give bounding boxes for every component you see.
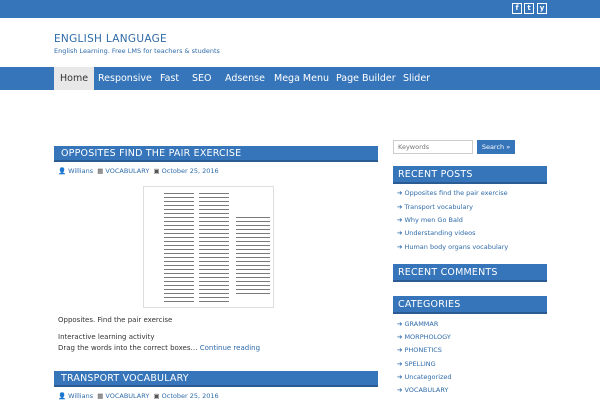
category-link[interactable]: ➔ VOCABULARY — [397, 386, 448, 394]
category-label[interactable]: VOCABULARY — [404, 386, 448, 394]
nav-item-home[interactable]: Home — [54, 67, 95, 90]
recent-post-label[interactable]: Why men Go Bald — [404, 216, 462, 224]
post-excerpt: Interactive learning activity — [58, 333, 155, 341]
category-link[interactable]: ➔ SPELLING — [397, 360, 436, 368]
nav-item-page-builder[interactable]: Page Builder — [330, 67, 402, 90]
answer-grid — [236, 215, 270, 295]
recent-post-label[interactable]: Understanding videos — [404, 229, 475, 237]
post-meta: 👤 Willians ▦ VOCABULARY ▣ October 25, 2016 — [58, 167, 219, 175]
arrow-icon: ➔ — [397, 333, 403, 341]
category-label[interactable]: Uncategorized — [404, 373, 451, 381]
word-column — [164, 191, 194, 303]
recent-post-label[interactable]: Opposites find the pair exercise — [404, 189, 507, 197]
recent-comments-title: RECENT COMMENTS — [393, 264, 547, 282]
recent-post-link[interactable]: ➔ Why men Go Bald — [397, 216, 463, 224]
search-button[interactable]: Search » — [477, 140, 515, 154]
youtube-icon[interactable]: y — [537, 3, 547, 14]
arrow-icon: ➔ — [397, 189, 403, 197]
word-column — [199, 191, 229, 303]
category-link[interactable]: ➔ GRAMMAR — [397, 320, 438, 328]
arrow-icon: ➔ — [397, 346, 403, 354]
site-tagline: English Learning. Free LMS for teachers … — [54, 47, 220, 55]
facebook-icon[interactable]: f — [512, 3, 522, 14]
folder-icon: ▦ — [97, 392, 104, 400]
arrow-icon: ➔ — [397, 360, 403, 368]
post-meta: 👤 Willians ▦ VOCABULARY ▣ October 25, 2016 — [58, 392, 219, 400]
twitter-icon[interactable]: t — [524, 3, 534, 14]
category-label[interactable]: MORPHOLOGY — [404, 333, 450, 341]
nav-item-fast[interactable]: Fast — [154, 67, 185, 90]
categories-title: CATEGORIES — [393, 296, 547, 314]
continue-reading-link[interactable]: Continue reading — [200, 344, 260, 352]
widget-title: RECENT COMMENTS — [398, 267, 498, 278]
arrow-icon: ➔ — [397, 320, 403, 328]
recent-post-label[interactable]: Human body organs vocabulary — [404, 243, 508, 251]
arrow-icon: ➔ — [397, 386, 403, 394]
nav-item-slider[interactable]: Slider — [397, 67, 436, 90]
recent-post-link[interactable]: ➔ Human body organs vocabulary — [397, 243, 508, 251]
post-excerpt: Opposites. Find the pair exercise — [58, 316, 173, 324]
nav-item-mega-menu[interactable]: Mega Menu — [268, 67, 335, 90]
top-bar: f t y — [0, 0, 600, 18]
post-category[interactable]: VOCABULARY — [105, 167, 149, 175]
post-category[interactable]: VOCABULARY — [105, 392, 149, 400]
post-thumbnail[interactable] — [143, 186, 274, 308]
arrow-icon: ➔ — [397, 203, 403, 211]
category-link[interactable]: ➔ PHONETICS — [397, 346, 442, 354]
recent-post-link[interactable]: ➔ Transport vocabulary — [397, 203, 473, 211]
nav-item-adsense[interactable]: Adsense — [219, 67, 271, 90]
recent-post-link[interactable]: ➔ Opposites find the pair exercise — [397, 189, 508, 197]
user-icon: 👤 — [58, 167, 67, 175]
category-label[interactable]: SPELLING — [404, 360, 435, 368]
site-title[interactable]: ENGLISH LANGUAGE — [54, 33, 167, 45]
main-nav: Home Responsive Fast SEO Adsense Mega Me… — [0, 67, 600, 90]
recent-posts-title: RECENT POSTS — [393, 166, 547, 184]
calendar-icon: ▣ — [153, 392, 160, 400]
arrow-icon: ➔ — [397, 373, 403, 381]
nav-item-seo[interactable]: SEO — [186, 67, 218, 90]
recent-post-label[interactable]: Transport vocabulary — [404, 203, 473, 211]
category-link[interactable]: ➔ Uncategorized — [397, 373, 452, 381]
post-date[interactable]: October 25, 2016 — [162, 392, 219, 400]
arrow-icon: ➔ — [397, 243, 403, 251]
widget-title: CATEGORIES — [398, 299, 461, 310]
user-icon: 👤 — [58, 392, 67, 400]
nav-item-responsive[interactable]: Responsive — [92, 67, 158, 90]
post-author[interactable]: Willians — [68, 392, 93, 400]
category-label[interactable]: PHONETICS — [404, 346, 441, 354]
arrow-icon: ➔ — [397, 216, 403, 224]
post-excerpt-text: Drag the words into the correct boxes… — [58, 344, 198, 352]
calendar-icon: ▣ — [153, 167, 160, 175]
widget-title: RECENT POSTS — [398, 169, 473, 180]
post-title-bar: OPPOSITES FIND THE PAIR EXERCISE — [54, 146, 378, 162]
post-title-bar: TRANSPORT VOCABULARY — [54, 371, 378, 387]
folder-icon: ▦ — [97, 167, 104, 175]
post-date[interactable]: October 25, 2016 — [162, 167, 219, 175]
post-author[interactable]: Willians — [68, 167, 93, 175]
arrow-icon: ➔ — [397, 229, 403, 237]
search-input[interactable] — [393, 140, 473, 154]
post-title[interactable]: OPPOSITES FIND THE PAIR EXERCISE — [61, 148, 241, 159]
post-excerpt-line: Drag the words into the correct boxes… C… — [58, 344, 260, 352]
category-label[interactable]: GRAMMAR — [404, 320, 438, 328]
post-title[interactable]: TRANSPORT VOCABULARY — [61, 373, 189, 384]
category-link[interactable]: ➔ MORPHOLOGY — [397, 333, 451, 341]
recent-post-link[interactable]: ➔ Understanding videos — [397, 229, 476, 237]
